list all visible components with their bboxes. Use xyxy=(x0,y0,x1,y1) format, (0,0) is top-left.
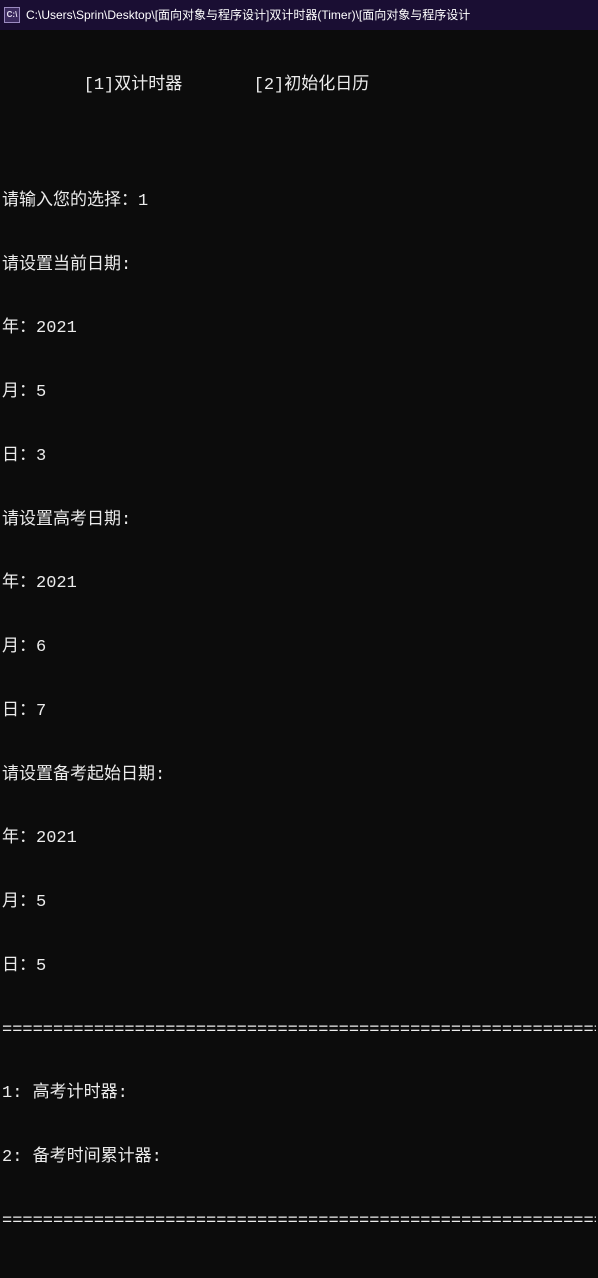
separator-2: ========================================… xyxy=(2,1211,596,1232)
prompt-set-current: 请设置当前日期: xyxy=(2,255,596,276)
exam-year: 年：2021 xyxy=(2,573,596,594)
exam-day: 日：7 xyxy=(2,701,596,722)
exam-month: 月：6 xyxy=(2,637,596,658)
timer-1-label: 1: 高考计时器: xyxy=(2,1083,596,1104)
app-icon: C:\ xyxy=(4,7,20,23)
separator-1: ========================================… xyxy=(2,1020,596,1041)
window-title: C:\Users\Sprin\Desktop\[面向对象与程序设计]双计时器(T… xyxy=(26,8,470,23)
cur-year: 年：2021 xyxy=(2,318,596,339)
blank-line xyxy=(2,138,596,148)
blank-line xyxy=(2,1275,596,1278)
console-output[interactable]: [1]双计时器 [2]初始化日历 请输入您的选择：1 请设置当前日期: 年：20… xyxy=(0,30,598,1278)
window-titlebar[interactable]: C:\ C:\Users\Sprin\Desktop\[面向对象与程序设计]双计… xyxy=(0,0,598,30)
menu-options: [1]双计时器 [2]初始化日历 xyxy=(2,75,596,96)
prep-day: 日：5 xyxy=(2,956,596,977)
prompt-choice: 请输入您的选择：1 xyxy=(2,191,596,212)
timer-2-label: 2: 备考时间累计器: xyxy=(2,1147,596,1168)
cur-month: 月：5 xyxy=(2,382,596,403)
prompt-set-prep: 请设置备考起始日期: xyxy=(2,765,596,786)
prompt-set-exam: 请设置高考日期: xyxy=(2,510,596,531)
prep-year: 年：2021 xyxy=(2,828,596,849)
prep-month: 月：5 xyxy=(2,892,596,913)
cur-day: 日：3 xyxy=(2,446,596,467)
